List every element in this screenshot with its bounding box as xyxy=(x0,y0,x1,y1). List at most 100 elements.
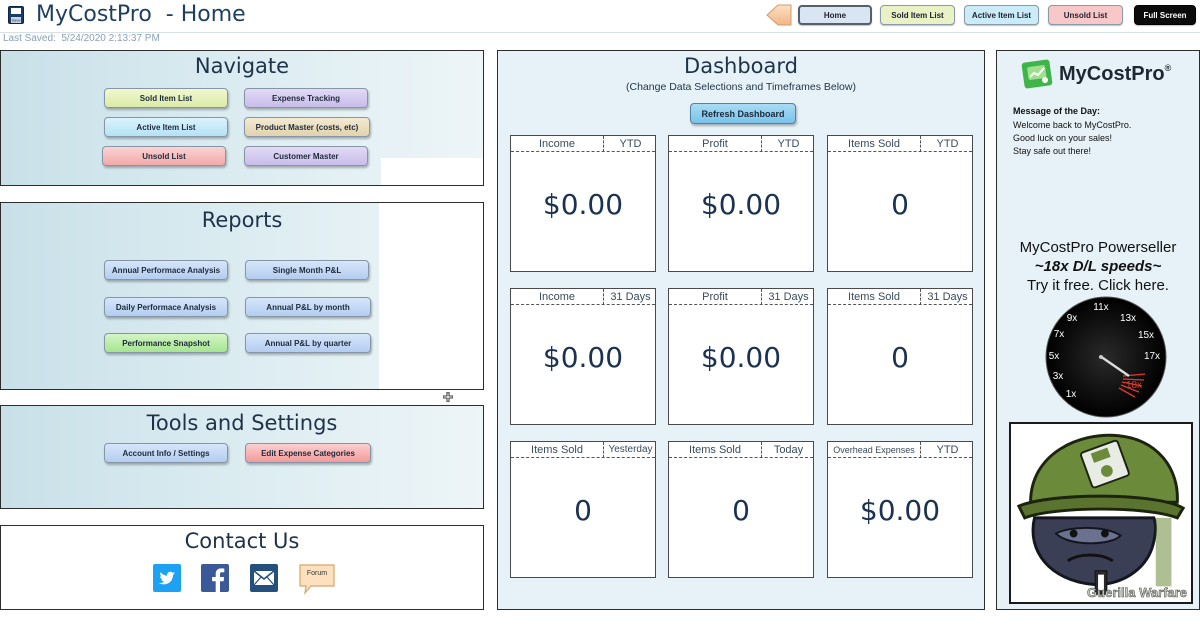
mycostpro-logo-text: MyCostPro® xyxy=(1059,63,1171,86)
logo-name: MyCostPro xyxy=(1059,63,1165,85)
card-label: Items Sold xyxy=(531,444,583,456)
profit-31-days-card[interactable]: Profit 31 Days $0.00 xyxy=(668,288,814,425)
card-period[interactable]: Yesterday xyxy=(604,444,657,455)
refresh-dashboard-button[interactable]: Refresh Dashboard xyxy=(690,103,796,124)
guerilla-mascot-image[interactable]: Guerilla Warfare xyxy=(1009,422,1193,604)
dashboard-title: Dashboard xyxy=(684,54,798,78)
motd-title: Message of the Day: xyxy=(1013,106,1101,116)
gauge-tick-label: 7x xyxy=(1054,329,1065,340)
motd-line: Stay safe out there! xyxy=(1013,146,1092,156)
twitter-icon[interactable] xyxy=(153,564,181,592)
gauge-hub xyxy=(1099,355,1103,359)
card-period[interactable]: YTD xyxy=(604,138,657,150)
card-value: $0.00 xyxy=(859,494,941,527)
forum-bubble-shape xyxy=(299,564,335,595)
header-divider xyxy=(0,32,1200,33)
unsold-list-header-button[interactable]: Unsold List xyxy=(1048,5,1123,25)
overhead-expenses-ytd-card[interactable]: Overhead Expenses YTD $0.00 xyxy=(827,441,973,578)
card-period[interactable]: 31 Days xyxy=(762,291,815,303)
mycostpro-logo-icon xyxy=(1021,59,1053,89)
items-sold-31-days-card[interactable]: Items Sold 31 Days 0 xyxy=(827,288,973,425)
navigate-title: Navigate xyxy=(194,54,290,78)
card-value: $0.00 xyxy=(700,188,782,221)
card-period[interactable]: 31 Days xyxy=(604,291,657,303)
card-label: Items Sold xyxy=(848,291,900,303)
card-value: 0 xyxy=(891,341,909,374)
gorilla-helmet-icon xyxy=(1016,433,1186,595)
crosshair-cursor-icon xyxy=(443,392,453,402)
card-label: Items Sold xyxy=(848,138,900,150)
gauge-tick-label: 15x xyxy=(1138,330,1154,341)
income-ytd-card[interactable]: Income YTD $0.00 xyxy=(510,135,656,272)
items-sold-ytd-card[interactable]: Items Sold YTD 0 xyxy=(827,135,973,272)
annual-pl-by-quarter-button[interactable]: Annual P&L by quarter xyxy=(245,333,371,353)
card-value: 0 xyxy=(574,494,592,527)
facebook-icon[interactable] xyxy=(201,564,229,592)
card-period[interactable]: YTD xyxy=(921,138,974,150)
last-saved-text: Last Saved: 5/24/2020 2:13:37 PM xyxy=(3,33,160,44)
gauge-tick-label: 1x xyxy=(1066,389,1077,400)
forum-label: Forum xyxy=(306,570,328,577)
save-icon[interactable]: Save xyxy=(8,6,24,24)
card-value: $0.00 xyxy=(700,341,782,374)
powerseller-title[interactable]: MyCostPro Powerseller xyxy=(997,239,1199,256)
sold-item-list-header-button[interactable]: Sold Item List xyxy=(880,5,955,25)
items-sold-today-card[interactable]: Items Sold Today 0 xyxy=(668,441,814,578)
email-icon[interactable] xyxy=(250,564,278,592)
logo-registered-mark: ® xyxy=(1164,63,1172,73)
product-master-button[interactable]: Product Master (costs, etc) xyxy=(244,117,370,137)
motd-line: Good luck on your sales! xyxy=(1013,133,1113,143)
card-label: Income xyxy=(538,138,576,150)
single-month-pl-button[interactable]: Single Month P&L xyxy=(245,260,369,280)
card-period[interactable]: YTD xyxy=(762,138,815,150)
active-item-list-header-button[interactable]: Active Item List xyxy=(964,5,1039,25)
home-button[interactable]: Home xyxy=(798,5,872,25)
dashboard-subtitle: (Change Data Selections and Timeframes B… xyxy=(626,81,856,93)
tools-settings-panel: Tools and Settings Account Info / Settin… xyxy=(0,405,484,509)
card-period[interactable]: Today xyxy=(762,444,815,456)
daily-performance-analysis-button[interactable]: Daily Performace Analysis xyxy=(104,297,228,317)
promo-sidebar: MyCostPro® Message of the Day: Welcome b… xyxy=(996,50,1200,610)
sold-item-list-button[interactable]: Sold Item List xyxy=(104,88,228,108)
unsold-list-button[interactable]: Unsold List xyxy=(102,146,226,166)
powerseller-speed[interactable]: ~18x D/L speeds~ xyxy=(997,258,1199,275)
powerseller-cta[interactable]: Try it free. Click here. xyxy=(997,277,1199,294)
back-arrow-icon[interactable] xyxy=(766,4,792,26)
reports-panel: Reports Annual Performace Analysis Singl… xyxy=(0,202,484,390)
customer-master-button[interactable]: Customer Master xyxy=(244,146,368,166)
gauge-tick-label: 11x xyxy=(1093,302,1108,313)
expense-tracking-button[interactable]: Expense Tracking xyxy=(244,88,368,108)
card-value: 0 xyxy=(732,494,750,527)
gauge-tick-label: 3x xyxy=(1053,371,1064,382)
annual-performance-analysis-button[interactable]: Annual Performace Analysis xyxy=(104,260,228,280)
edit-expense-categories-button[interactable]: Edit Expense Categories xyxy=(245,443,371,463)
items-sold-yesterday-card[interactable]: Items Sold Yesterday 0 xyxy=(510,441,656,578)
speed-gauge-icon[interactable]: 1x 3x 5x 7x 9x 11x 13x 15x 17x 18x xyxy=(1045,296,1167,418)
profit-ytd-card[interactable]: Profit YTD $0.00 xyxy=(668,135,814,272)
account-info-settings-button[interactable]: Account Info / Settings xyxy=(104,443,228,463)
app-header: Save MyCostPro - Home Home Sold Item Lis… xyxy=(0,0,1200,33)
card-label: Profit xyxy=(702,291,728,303)
card-value: 0 xyxy=(891,188,909,221)
gauge-tick-label: 17x xyxy=(1144,351,1160,362)
income-31-days-card[interactable]: Income 31 Days $0.00 xyxy=(510,288,656,425)
annual-pl-by-month-button[interactable]: Annual P&L by month xyxy=(245,297,371,317)
motd-line: Welcome back to MyCostPro. xyxy=(1013,120,1132,130)
card-label: Items Sold xyxy=(689,444,741,456)
navigate-panel: Navigate Sold Item List Expense Tracking… xyxy=(0,50,484,186)
full-screen-button[interactable]: Full Screen xyxy=(1134,5,1196,25)
tools-title: Tools and Settings xyxy=(146,411,338,435)
performance-snapshot-button[interactable]: Performance Snapshot xyxy=(104,333,228,353)
forum-icon[interactable]: Forum xyxy=(297,562,337,596)
card-period[interactable]: YTD xyxy=(921,444,974,456)
gauge-tick-label: 5x xyxy=(1049,351,1060,362)
navigate-panel-blank xyxy=(381,158,483,185)
card-value: $0.00 xyxy=(542,341,624,374)
reports-title: Reports xyxy=(201,208,283,232)
app-title: MyCostPro - Home xyxy=(36,2,246,27)
gauge-tick-label: 13x xyxy=(1120,313,1136,324)
card-label: Income xyxy=(538,291,576,303)
mascot-caption: Guerilla Warfare xyxy=(1087,585,1187,601)
card-period[interactable]: 31 Days xyxy=(921,291,974,303)
active-item-list-button[interactable]: Active Item List xyxy=(104,117,228,137)
